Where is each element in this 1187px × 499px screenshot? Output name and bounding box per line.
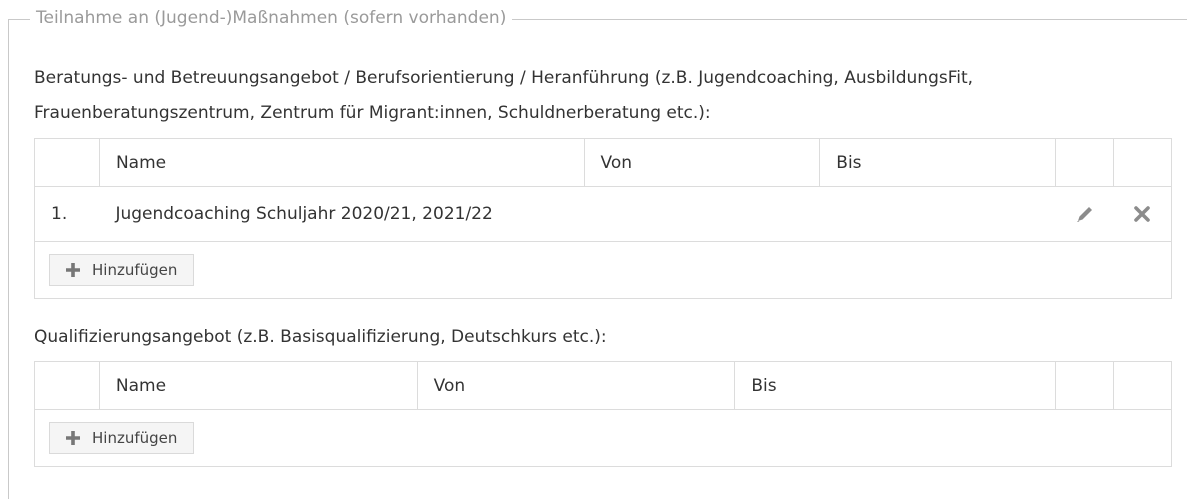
row-von bbox=[584, 186, 820, 242]
section1-label-line1: Beratungs- und Betreuungsangebot / Beruf… bbox=[34, 68, 974, 88]
header-name: Name bbox=[98, 138, 585, 187]
header-delete-cell bbox=[1113, 361, 1172, 410]
add-counseling-button[interactable]: Hinzufügen bbox=[49, 254, 195, 286]
header-von: Von bbox=[416, 361, 736, 410]
section2-label: Qualifizierungsangebot (z.B. Basisqualif… bbox=[34, 327, 607, 347]
table-row: 1. Jugendcoaching Schuljahr 2020/21, 202… bbox=[34, 186, 1172, 242]
row-bis bbox=[819, 186, 1056, 242]
pencil-icon[interactable] bbox=[1074, 203, 1096, 225]
counseling-table: Name Von Bis 1. Jugendcoaching Schuljahr… bbox=[34, 138, 1172, 299]
header-index-cell bbox=[34, 138, 100, 187]
header-name: Name bbox=[98, 361, 418, 410]
header-edit-cell bbox=[1055, 138, 1114, 187]
plus-icon bbox=[66, 431, 80, 445]
header-bis: Bis bbox=[819, 138, 1057, 187]
section1-label-line2: Frauenberatungszentrum, Zentrum für Migr… bbox=[34, 103, 711, 123]
add-button-label: Hinzufügen bbox=[92, 429, 178, 447]
header-index-cell bbox=[34, 361, 100, 410]
add-button-label: Hinzufügen bbox=[92, 261, 178, 279]
qualification-table: Name Von Bis Hinzufügen bbox=[34, 361, 1172, 467]
close-icon[interactable] bbox=[1131, 203, 1153, 225]
row-name: Jugendcoaching Schuljahr 2020/21, 2021/2… bbox=[99, 186, 585, 242]
table-footer-cell: Hinzufügen bbox=[34, 409, 1172, 467]
table-header-row: Name Von Bis bbox=[34, 361, 1172, 410]
table-footer-cell: Hinzufügen bbox=[34, 241, 1172, 299]
row-index: 1. bbox=[34, 186, 100, 242]
header-bis: Bis bbox=[734, 361, 1057, 410]
plus-icon bbox=[66, 263, 80, 277]
fieldset-legend: Teilnahme an (Jugend-)Maßnahmen (sofern … bbox=[30, 6, 513, 30]
add-qualification-button[interactable]: Hinzufügen bbox=[49, 422, 195, 454]
header-von: Von bbox=[583, 138, 821, 187]
table-footer-row: Hinzufügen bbox=[34, 241, 1172, 299]
table-footer-row: Hinzufügen bbox=[34, 409, 1172, 467]
header-delete-cell bbox=[1113, 138, 1172, 187]
table-header-row: Name Von Bis bbox=[34, 138, 1172, 187]
header-edit-cell bbox=[1055, 361, 1115, 410]
row-edit-cell bbox=[1055, 186, 1114, 242]
row-delete-cell bbox=[1113, 186, 1172, 242]
